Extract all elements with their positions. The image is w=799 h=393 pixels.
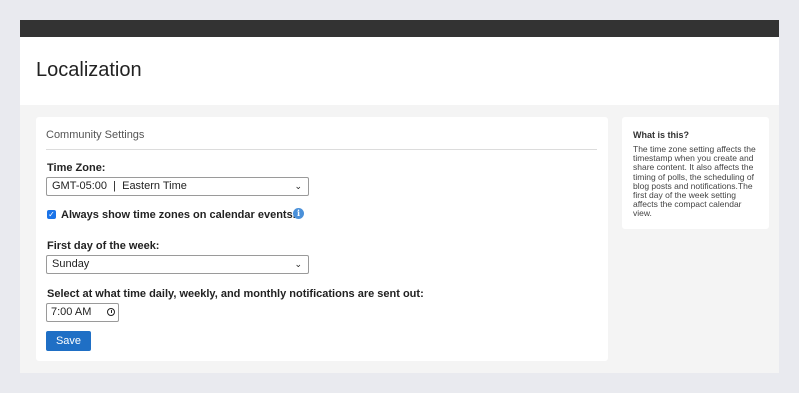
notification-time-value: 7:00 AM: [51, 306, 92, 318]
help-title: What is this?: [633, 130, 689, 140]
show-time-zones-checkbox[interactable]: ✓: [47, 210, 56, 219]
help-body: The time zone setting affects the timest…: [633, 144, 756, 219]
page-title: Localization: [36, 59, 142, 81]
notification-time-label: Select at what time daily, weekly, and m…: [47, 288, 424, 300]
first-day-label: First day of the week:: [47, 240, 160, 252]
info-icon[interactable]: i: [293, 208, 304, 219]
first-day-value: Sunday: [52, 258, 90, 270]
chevron-down-icon: ⌄: [294, 259, 302, 269]
notification-time-input[interactable]: 7:00 AM: [46, 303, 119, 322]
show-time-zones-label: Always show time zones on calendar event…: [61, 209, 296, 221]
top-bar: [20, 20, 779, 37]
help-card: What is this? The time zone setting affe…: [622, 117, 769, 229]
community-settings-card: Community Settings Time Zone: GMT-05:00 …: [36, 117, 608, 361]
chevron-down-icon: ⌄: [294, 181, 302, 191]
time-zone-value: GMT-05:00 | Eastern Time: [52, 180, 187, 192]
time-zone-label: Time Zone:: [47, 162, 106, 174]
clock-icon[interactable]: [107, 308, 115, 316]
first-day-select[interactable]: Sunday ⌄: [46, 255, 309, 274]
page-header: Localization: [20, 37, 779, 105]
save-button[interactable]: Save: [46, 331, 91, 351]
app-frame: Localization Community Settings Time Zon…: [20, 20, 779, 373]
section-title: Community Settings: [46, 129, 597, 150]
time-zone-select[interactable]: GMT-05:00 | Eastern Time ⌄: [46, 177, 309, 196]
